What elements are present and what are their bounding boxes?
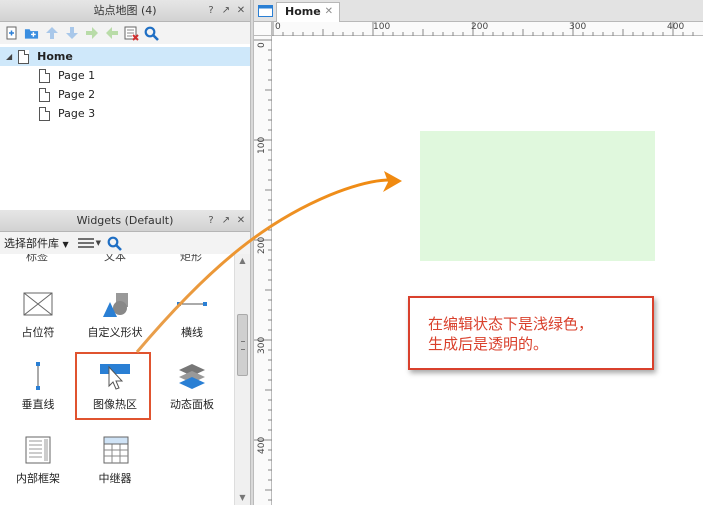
tree-item-label: Page 2 (58, 88, 96, 101)
sitemap-tree: ◢ Home Page 1 Page 2 Page 3 (0, 44, 250, 208)
widget-highlight-box (75, 352, 151, 420)
page-icon (39, 106, 50, 121)
widget-placeholder[interactable]: 占位符 (3, 284, 73, 346)
widget-vertical-line[interactable]: 垂直线 (3, 356, 73, 418)
widgets-search-icon[interactable] (107, 236, 122, 251)
app-window: 站点地图 (4) ? ↗ ✕ ◢ Home Page 1 Page 2 Page… (0, 0, 703, 505)
tab-close-icon[interactable]: ✕ (325, 3, 333, 21)
tree-item-label: Page 1 (58, 69, 96, 82)
page-tab-bar: Home ✕ (254, 0, 703, 22)
horizontal-ruler: 0 100 200 300 400 (272, 22, 703, 36)
menu-icon[interactable]: ▼ (77, 237, 101, 249)
scroll-thumb[interactable] (237, 314, 248, 376)
library-select[interactable]: 选择部件库 ▼ (4, 235, 69, 251)
callout-text: 在编辑状态下是浅绿色， 生成后是透明的。 (428, 315, 594, 353)
tree-item-label: Home (37, 50, 73, 63)
widget-label: 内部框架 (16, 472, 60, 485)
dropdown-arrow-icon: ▼ (62, 240, 69, 249)
widgets-panel-header: Widgets (Default) ? ↗ ✕ (0, 210, 250, 232)
collapse-triangle-icon[interactable]: ◢ (6, 52, 12, 61)
sitemap-title: 站点地图 (4) (93, 4, 157, 17)
widgets-scrollbar[interactable]: ▲ ▼ (234, 254, 250, 505)
widget-label: 自定义形状 (87, 326, 143, 339)
search-icon[interactable] (144, 26, 159, 41)
delete-page-icon[interactable] (124, 26, 139, 41)
sitemap-panel-header: 站点地图 (4) ? ↗ ✕ (0, 0, 250, 22)
placeholder-icon (23, 292, 53, 316)
widgets-float-button[interactable]: ↗ (221, 215, 231, 227)
widgets-close-button[interactable]: ✕ (236, 215, 246, 227)
widgets-title: Widgets (Default) (76, 214, 174, 227)
tree-item-page-2[interactable]: Page 2 (0, 85, 250, 104)
scroll-down-arrow-icon[interactable]: ▼ (235, 491, 250, 505)
ruler-top-label: 100 (373, 22, 391, 32)
library-select-label: 选择部件库 (4, 237, 59, 250)
tree-item-label: Page 3 (58, 107, 96, 120)
scroll-up-arrow-icon[interactable]: ▲ (235, 254, 250, 268)
ruler-top-label: 0 (275, 22, 281, 32)
move-down-icon[interactable] (64, 26, 79, 41)
widget-custom-shape[interactable]: 自定义形状 (80, 284, 150, 346)
widget-label: 占位符 (21, 326, 55, 339)
custom-shape-icon (103, 293, 128, 317)
repeater-icon (103, 436, 129, 464)
widget-repeater[interactable]: 中继器 (80, 430, 150, 492)
ruler-left-label: 200 (257, 236, 267, 254)
ruler-left-label: 0 (257, 42, 267, 48)
move-up-icon[interactable] (44, 26, 59, 41)
outdent-icon[interactable] (104, 26, 119, 41)
ruler-top-label: 300 (569, 22, 587, 32)
ruler-left-label: 300 (257, 336, 267, 354)
widget-label-cut: 矩形 (180, 254, 202, 263)
widget-label-cut: 标签 (26, 254, 48, 263)
left-panels: 站点地图 (4) ? ↗ ✕ ◢ Home Page 1 Page 2 Page… (0, 0, 250, 505)
add-folder-icon[interactable] (24, 26, 39, 41)
page-tab-icon (258, 5, 273, 17)
ruler-left-label: 100 (257, 136, 267, 154)
canvas-area: Home ✕ 0 100 200 300 400 0 100 200 300 4… (254, 0, 703, 505)
tree-item-page-3[interactable]: Page 3 (0, 104, 250, 123)
widgets-help-button[interactable]: ? (206, 215, 216, 227)
add-page-icon[interactable] (4, 26, 19, 41)
ruler-top-label: 400 (667, 22, 685, 32)
page-icon (39, 87, 50, 102)
ruler-corner (254, 22, 272, 36)
vertical-ruler: 0 100 200 300 400 (254, 36, 272, 505)
tree-item-home[interactable]: ◢ Home (0, 47, 250, 66)
widget-label: 动态面板 (170, 398, 214, 411)
widget-label: 垂直线 (21, 398, 55, 411)
widget-label-cut: 文本 (104, 254, 126, 263)
tab-label: Home (285, 5, 321, 18)
dynamic-panel-icon (179, 364, 205, 389)
page-icon (18, 49, 30, 64)
page-icon (39, 68, 50, 83)
ruler-top-label: 200 (471, 22, 489, 32)
widget-horizontal-line[interactable]: 横线 (157, 284, 227, 346)
widget-dynamic-panel[interactable]: 动态面板 (157, 356, 227, 418)
ruler-left-label: 400 (257, 436, 267, 454)
sitemap-help-button[interactable]: ? (206, 5, 216, 17)
annotation-callout: 在编辑状态下是浅绿色， 生成后是透明的。 (408, 296, 654, 370)
tab-home[interactable]: Home ✕ (276, 2, 340, 22)
indent-icon[interactable] (84, 26, 99, 41)
widgets-toolbar: 选择部件库 ▼ ▼ (0, 232, 250, 254)
sitemap-close-button[interactable]: ✕ (236, 5, 246, 17)
tree-item-page-1[interactable]: Page 1 (0, 66, 250, 85)
widget-label: 中继器 (98, 472, 132, 485)
vertical-line-icon (36, 362, 40, 390)
horizontal-line-icon (177, 302, 207, 306)
image-hotspot-widget[interactable] (420, 131, 655, 261)
sitemap-float-button[interactable]: ↗ (221, 5, 231, 17)
widget-label: 横线 (181, 326, 203, 339)
sitemap-toolbar (0, 22, 250, 44)
widget-inline-frame[interactable]: 内部框架 (3, 430, 73, 492)
inline-frame-icon (25, 436, 51, 464)
